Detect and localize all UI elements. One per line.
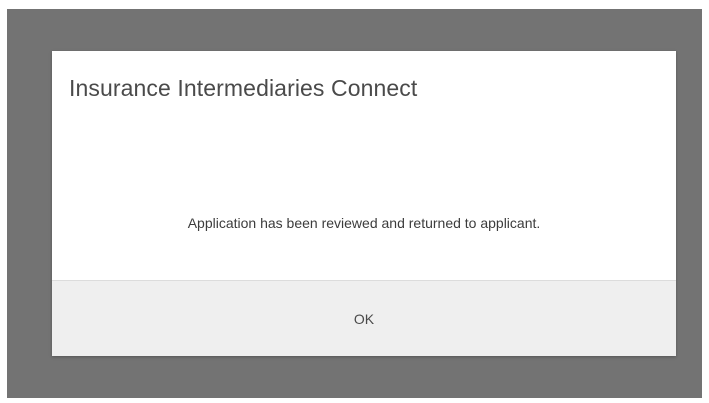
alert-dialog: Insurance Intermediaries Connect Applica… [52, 51, 676, 356]
ok-button[interactable]: OK [52, 281, 676, 356]
dialog-message: Application has been reviewed and return… [187, 215, 541, 231]
dialog-footer: OK [52, 280, 676, 356]
dialog-title: Insurance Intermediaries Connect [69, 75, 418, 101]
